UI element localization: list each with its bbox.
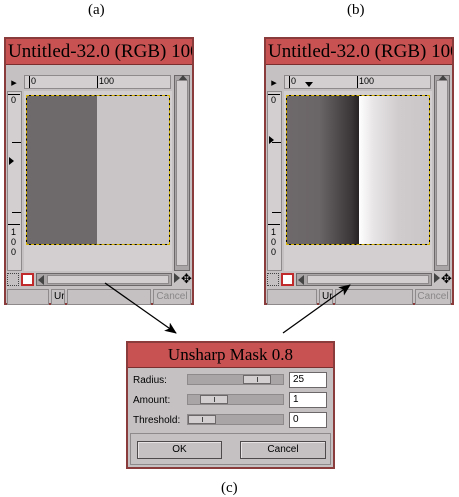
dialog-button-area: OK Cancel bbox=[130, 433, 331, 465]
amount-input[interactable]: 1 bbox=[289, 392, 327, 408]
threshold-label: Threshold: bbox=[133, 415, 181, 426]
arrow-c-to-b bbox=[282, 284, 351, 334]
arrow-a-to-c bbox=[104, 282, 177, 334]
amount-slider[interactable] bbox=[187, 394, 284, 405]
radius-slider[interactable] bbox=[187, 374, 284, 385]
amount-slider-knob[interactable] bbox=[200, 395, 228, 404]
cancel-button[interactable]: Cancel bbox=[240, 441, 326, 459]
dialog-title[interactable]: Unsharp Mask 0.8 bbox=[128, 343, 333, 368]
threshold-slider[interactable] bbox=[187, 414, 284, 425]
radius-label: Radius: bbox=[133, 375, 167, 386]
unsharp-mask-dialog: Unsharp Mask 0.8 Radius: 25 Amount: 1 Th… bbox=[126, 341, 335, 469]
ok-button[interactable]: OK bbox=[137, 441, 222, 459]
amount-label: Amount: bbox=[133, 395, 171, 406]
radius-slider-knob[interactable] bbox=[243, 375, 271, 384]
radius-input[interactable]: 25 bbox=[289, 372, 327, 388]
threshold-slider-knob[interactable] bbox=[188, 415, 216, 424]
threshold-input[interactable]: 0 bbox=[289, 412, 327, 428]
